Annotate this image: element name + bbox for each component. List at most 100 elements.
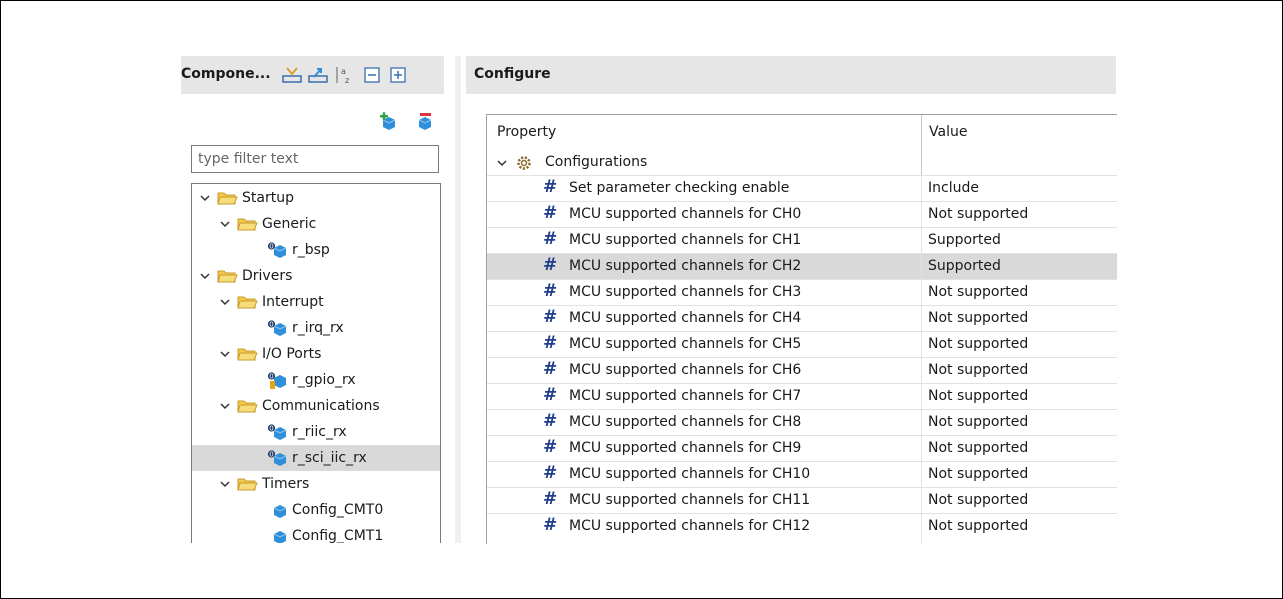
property-name: MCU supported channels for CH3 bbox=[569, 284, 802, 300]
tree-item-label: Communications bbox=[262, 398, 380, 414]
expand-all-icon[interactable] bbox=[387, 65, 409, 85]
property-row[interactable]: # MCU supported channels for CH12 Not supp… bbox=[487, 513, 1117, 539]
sort-az-icon[interactable]: a z bbox=[333, 65, 355, 85]
property-row[interactable]: # MCU supported channels for CH8 Not suppo… bbox=[487, 409, 1117, 435]
property-row[interactable]: # MCU supported channels for CH3 Not suppo… bbox=[487, 279, 1117, 305]
tree-item-config-cmt1[interactable]: Config_CMT1 bbox=[192, 523, 440, 543]
svg-text:a: a bbox=[341, 67, 346, 76]
component-icon: 0 bbox=[266, 318, 288, 338]
property-row[interactable]: # MCU supported channels for CH11 Not supp… bbox=[487, 487, 1117, 513]
chevron-down-icon[interactable] bbox=[495, 156, 509, 170]
folder-open-icon bbox=[236, 396, 258, 416]
property-value[interactable]: Not supported bbox=[928, 206, 1028, 222]
property-column-header[interactable]: Property bbox=[497, 124, 556, 140]
tree-item-r-bsp[interactable]: 0 r_bsp bbox=[192, 237, 440, 263]
property-value[interactable]: Not supported bbox=[928, 310, 1028, 326]
folder-open-icon bbox=[236, 292, 258, 312]
property-value[interactable]: Not supported bbox=[928, 492, 1028, 508]
property-row[interactable]: # MCU supported channels for CH7 Not suppo… bbox=[487, 383, 1117, 409]
property-value[interactable]: Not supported bbox=[928, 336, 1028, 352]
property-value[interactable]: Not supported bbox=[928, 284, 1028, 300]
folder-open-icon bbox=[236, 214, 258, 234]
folder-open-icon bbox=[216, 188, 238, 208]
hash-icon: # bbox=[543, 437, 558, 457]
hash-icon: # bbox=[543, 203, 558, 223]
property-row[interactable]: # MCU supported channels for CH1 Supported bbox=[487, 227, 1117, 253]
hash-icon: # bbox=[543, 307, 558, 327]
chevron-down-icon[interactable] bbox=[218, 477, 232, 491]
tree-item-interrupt[interactable]: Interrupt bbox=[192, 289, 440, 315]
configure-panel-header: Configure bbox=[466, 56, 1116, 94]
hash-icon: # bbox=[543, 489, 558, 509]
value-column-divider bbox=[921, 175, 922, 544]
chevron-down-icon[interactable] bbox=[198, 269, 212, 283]
property-value[interactable]: Include bbox=[928, 180, 979, 196]
collapse-all-icon[interactable] bbox=[361, 65, 383, 85]
tree-item-communications[interactable]: Communications bbox=[192, 393, 440, 419]
tree-item-r-riic-rx[interactable]: 0 r_riic_rx bbox=[192, 419, 440, 445]
property-name: MCU supported channels for CH0 bbox=[569, 206, 802, 222]
tree-item-drivers[interactable]: Drivers bbox=[192, 263, 440, 289]
chevron-down-icon[interactable] bbox=[198, 191, 212, 205]
import-icon[interactable] bbox=[281, 65, 303, 85]
panel-divider[interactable] bbox=[455, 56, 461, 543]
hash-icon: # bbox=[543, 229, 558, 249]
property-table: Property Value Configurations # Set param… bbox=[486, 114, 1117, 544]
svg-text:0: 0 bbox=[269, 243, 273, 251]
property-value[interactable]: Not supported bbox=[928, 414, 1028, 430]
svg-text:0: 0 bbox=[269, 321, 273, 329]
hash-icon: # bbox=[543, 281, 558, 301]
chevron-down-icon[interactable] bbox=[218, 347, 232, 361]
hash-icon: # bbox=[543, 177, 558, 197]
property-value[interactable]: Supported bbox=[928, 232, 1001, 248]
hash-icon: # bbox=[543, 463, 558, 483]
chevron-down-icon[interactable] bbox=[218, 217, 232, 231]
tree-item-label: r_bsp bbox=[292, 242, 330, 258]
tree-item-i-o-ports[interactable]: I/O Ports bbox=[192, 341, 440, 367]
property-name: MCU supported channels for CH12 bbox=[569, 518, 811, 534]
property-row[interactable]: # MCU supported channels for CH2 Supported bbox=[487, 253, 1117, 279]
property-name: MCU supported channels for CH1 bbox=[569, 232, 802, 248]
config-component-icon bbox=[266, 526, 288, 543]
property-value[interactable]: Not supported bbox=[928, 440, 1028, 456]
property-row[interactable]: # Set parameter checking enable Include bbox=[487, 175, 1117, 201]
property-row[interactable]: # MCU supported channels for CH9 Not suppo… bbox=[487, 435, 1117, 461]
configurations-group-row[interactable]: Configurations bbox=[487, 151, 1117, 175]
tree-item-label: Drivers bbox=[242, 268, 293, 284]
hash-icon: # bbox=[543, 515, 558, 535]
property-value[interactable]: Supported bbox=[928, 258, 1001, 274]
tree-item-generic[interactable]: Generic bbox=[192, 211, 440, 237]
chevron-down-icon[interactable] bbox=[218, 295, 232, 309]
tree-item-label: Timers bbox=[262, 476, 310, 492]
component-icon: 0 bbox=[266, 422, 288, 442]
tree-item-config-cmt0[interactable]: Config_CMT0 bbox=[192, 497, 440, 523]
property-row[interactable]: # MCU supported channels for CH0 Not suppo… bbox=[487, 201, 1117, 227]
tree-item-timers[interactable]: Timers bbox=[192, 471, 440, 497]
filter-input[interactable] bbox=[191, 145, 439, 173]
tree-item-startup[interactable]: Startup bbox=[192, 185, 440, 211]
tree-item-label: r_sci_iic_rx bbox=[292, 450, 367, 466]
add-component-icon[interactable] bbox=[378, 112, 400, 132]
export-icon[interactable] bbox=[307, 65, 329, 85]
property-value[interactable]: Not supported bbox=[928, 388, 1028, 404]
property-row[interactable]: # MCU supported channels for CH4 Not suppo… bbox=[487, 305, 1117, 331]
tree-item-r-sci-iic-rx[interactable]: 0 r_sci_iic_rx bbox=[192, 445, 440, 471]
value-column-header[interactable]: Value bbox=[929, 124, 967, 140]
gear-icon bbox=[517, 156, 531, 170]
svg-text:0: 0 bbox=[269, 451, 273, 459]
property-value[interactable]: Not supported bbox=[928, 362, 1028, 378]
tree-item-r-irq-rx[interactable]: 0 r_irq_rx bbox=[192, 315, 440, 341]
config-component-icon bbox=[266, 500, 288, 520]
property-row[interactable]: # MCU supported channels for CH10 Not supp… bbox=[487, 461, 1117, 487]
remove-component-icon[interactable] bbox=[414, 112, 436, 132]
chevron-down-icon[interactable] bbox=[218, 399, 232, 413]
property-row[interactable]: # MCU supported channels for CH5 Not suppo… bbox=[487, 331, 1117, 357]
tree-item-r-gpio-rx[interactable]: 0 r_gpio_rx bbox=[192, 367, 440, 393]
property-name: MCU supported channels for CH4 bbox=[569, 310, 802, 326]
property-value[interactable]: Not supported bbox=[928, 518, 1028, 534]
hash-icon: # bbox=[543, 333, 558, 353]
property-row[interactable]: # MCU supported channels for CH6 Not suppo… bbox=[487, 357, 1117, 383]
property-name: MCU supported channels for CH11 bbox=[569, 492, 811, 508]
hash-icon: # bbox=[543, 385, 558, 405]
property-value[interactable]: Not supported bbox=[928, 466, 1028, 482]
